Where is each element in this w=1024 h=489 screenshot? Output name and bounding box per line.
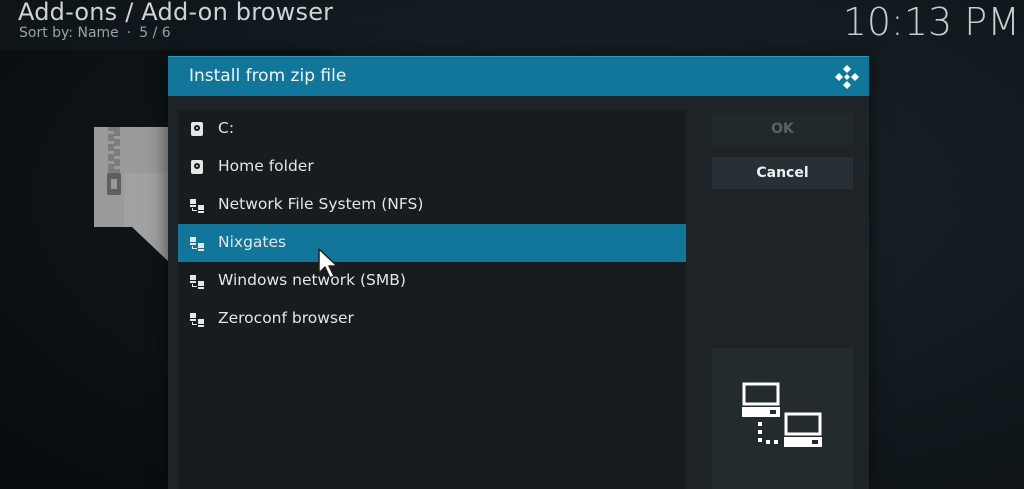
kodi-screen: Add-ons / Add-on browser Sort by: Name · 5… [0,0,1024,489]
mouse-pointer-icon [318,248,338,279]
ok-button[interactable]: OK [712,113,853,145]
list-item-c-drive[interactable]: C: [178,110,686,148]
list-item-nixgates[interactable]: Nixgates [178,224,686,262]
list-item-label: Network File System (NFS) [218,195,424,213]
network-computers-icon [742,382,822,447]
sort-info: Sort by: Name · 5 / 6 [19,25,171,41]
network-icon [190,275,204,289]
kodi-logo-icon [835,65,859,89]
separator: · [126,25,132,41]
list-item-label: Zeroconf browser [218,309,354,327]
network-icon [190,313,204,327]
list-item-label: Windows network (SMB) [218,271,406,289]
cancel-button[interactable]: Cancel [712,157,853,189]
list-item-nfs[interactable]: Network File System (NFS) [178,186,686,224]
network-icon [190,199,204,213]
dialog-title: Install from zip file [189,66,347,86]
list-item-label: C: [218,119,235,137]
list-item-home-folder[interactable]: Home folder [178,148,686,186]
install-from-zip-dialog: Install from zip file C: Home folder Net… [168,56,869,489]
list-item-label: Home folder [218,157,314,175]
clock: 10:13 PM [842,0,1020,44]
dialog-header: Install from zip file [168,56,869,96]
list-item-label: Nixgates [218,233,287,251]
list-item-zeroconf[interactable]: Zeroconf browser [178,300,686,338]
item-position: 5 / 6 [139,25,171,41]
drive-icon [191,160,203,174]
zip-file-icon [94,127,168,261]
network-icon [190,237,204,251]
list-item-smb[interactable]: Windows network (SMB) [178,262,686,300]
sort-label[interactable]: Sort by: Name [19,25,119,41]
source-list: C: Home folder Network File System (NFS)… [178,110,686,489]
preview-panel [712,348,853,489]
page-title: Add-ons / Add-on browser [18,0,334,26]
drive-icon [191,122,203,136]
